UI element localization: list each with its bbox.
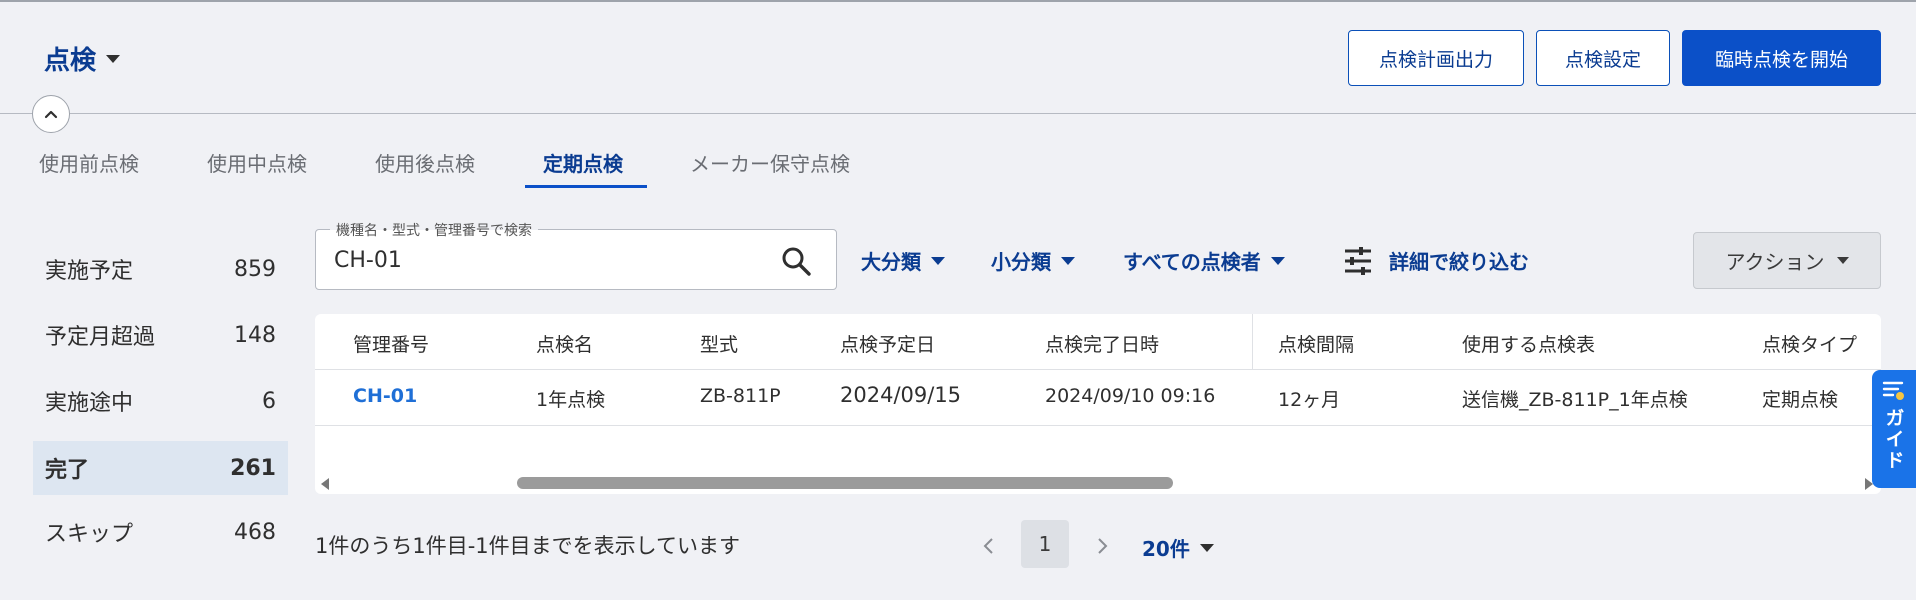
per-page-label: 20件: [1142, 537, 1190, 561]
sidebar-item-count: 261: [230, 455, 276, 481]
sidebar-item-count: 468: [234, 519, 276, 545]
minor-category-filter[interactable]: 小分類: [991, 246, 1075, 275]
collapse-header-button[interactable]: [32, 95, 70, 133]
guide-button[interactable]: ガイド: [1872, 370, 1916, 488]
tab-post-use[interactable]: 使用後点検: [375, 148, 475, 177]
page-number-current[interactable]: 1: [1021, 520, 1069, 568]
caret-down-icon: [106, 54, 121, 63]
sidebar-item-completed[interactable]: 完了 261: [33, 441, 288, 495]
caret-down-icon: [931, 256, 945, 265]
start-temp-inspection-button[interactable]: 臨時点検を開始: [1682, 30, 1881, 86]
settings-button[interactable]: 点検設定: [1536, 30, 1670, 86]
inspection-table: 管理番号 点検名 型式 点検予定日 点検完了日時 点検間隔 使用する点検表 点検…: [315, 314, 1881, 494]
sidebar-item-count: 6: [262, 388, 276, 414]
table-cell: 2024/09/15: [840, 383, 962, 407]
sidebar-item-label: スキップ: [45, 522, 134, 547]
sidebar-item-in-progress[interactable]: 実施途中 6: [33, 374, 288, 428]
column-header[interactable]: 点検タイプ: [1762, 330, 1857, 357]
tab-in-use[interactable]: 使用中点検: [207, 148, 307, 177]
guide-icon: [1882, 381, 1904, 400]
sidebar-item-count: 148: [234, 322, 276, 348]
chevron-up-icon: [44, 110, 58, 119]
search-input[interactable]: [334, 243, 754, 277]
chevron-left-icon[interactable]: [977, 534, 1001, 558]
column-header[interactable]: 管理番号: [353, 330, 429, 357]
tab-pre-use[interactable]: 使用前点検: [39, 148, 139, 177]
table-cell: 定期点検: [1762, 389, 1839, 411]
row-divider: [315, 425, 1881, 426]
header-divider: [0, 113, 1916, 114]
page-title: 点検: [44, 46, 97, 76]
management-number-link[interactable]: CH-01: [353, 385, 417, 407]
sidebar-item-label: 実施予定: [45, 259, 134, 284]
header-divider: [315, 369, 1881, 370]
table-cell: 12ヶ月: [1278, 389, 1341, 411]
sidebar-item-label: 予定月超過: [45, 325, 156, 350]
filter-label: 詳細で絞り込む: [1389, 250, 1529, 274]
plan-export-button[interactable]: 点検計画出力: [1348, 30, 1524, 86]
scroll-left-icon[interactable]: [321, 478, 329, 490]
search-icon[interactable]: [780, 245, 812, 277]
action-label: アクション: [1725, 250, 1825, 274]
sidebar-item-scheduled[interactable]: 実施予定 859: [33, 242, 288, 296]
sidebar-item-count: 859: [234, 256, 276, 282]
major-category-filter[interactable]: 大分類: [861, 246, 945, 275]
search-label: 機種名・型式・管理番号で検索: [330, 220, 538, 240]
sidebar-item-label: 完了: [45, 458, 90, 483]
column-header[interactable]: 点検完了日時: [1045, 330, 1159, 357]
column-header[interactable]: 型式: [700, 330, 738, 357]
tab-periodic[interactable]: 定期点検: [543, 148, 623, 177]
inspector-filter[interactable]: すべての点検者: [1123, 246, 1285, 275]
column-header[interactable]: 点検予定日: [840, 330, 935, 357]
column-header[interactable]: 点検名: [536, 330, 593, 357]
filter-label: 小分類: [991, 250, 1051, 274]
action-dropdown-button[interactable]: アクション: [1693, 232, 1881, 289]
sidebar-item-overdue[interactable]: 予定月超過 148: [33, 308, 288, 362]
scrollbar-thumb[interactable]: [517, 477, 1173, 489]
caret-down-icon: [1061, 256, 1075, 265]
caret-down-icon: [1199, 543, 1214, 552]
column-separator: [1252, 314, 1253, 369]
caret-down-icon: [1836, 257, 1849, 264]
pagination-summary: 1件のうち1件目-1件目までを表示しています: [315, 534, 741, 558]
table-cell: ZB-811P: [700, 385, 781, 407]
table-cell: 1年点検: [536, 389, 606, 411]
tune-icon: [1345, 246, 1371, 275]
filter-label: すべての点検者: [1123, 250, 1261, 274]
caret-down-icon: [1270, 256, 1285, 265]
tab-maker-maintenance[interactable]: メーカー保守点検: [690, 148, 850, 177]
page-title-dropdown[interactable]: 点検: [44, 40, 121, 77]
detail-filter-button[interactable]: 詳細で絞り込む: [1343, 246, 1529, 275]
table-cell: 送信機_ZB-811P_1年点検: [1462, 389, 1688, 411]
sidebar-item-label: 実施途中: [45, 391, 134, 416]
column-header[interactable]: 点検間隔: [1278, 330, 1354, 357]
column-header[interactable]: 使用する点検表: [1462, 330, 1595, 357]
active-tab-indicator: [525, 185, 647, 188]
sidebar-item-skipped[interactable]: スキップ 468: [33, 505, 288, 559]
guide-label: ガイド: [1882, 408, 1905, 471]
table-cell: 2024/09/10 09:16: [1045, 385, 1216, 407]
per-page-select[interactable]: 20件: [1142, 533, 1214, 562]
chevron-right-icon[interactable]: [1090, 534, 1114, 558]
filter-label: 大分類: [861, 250, 921, 274]
